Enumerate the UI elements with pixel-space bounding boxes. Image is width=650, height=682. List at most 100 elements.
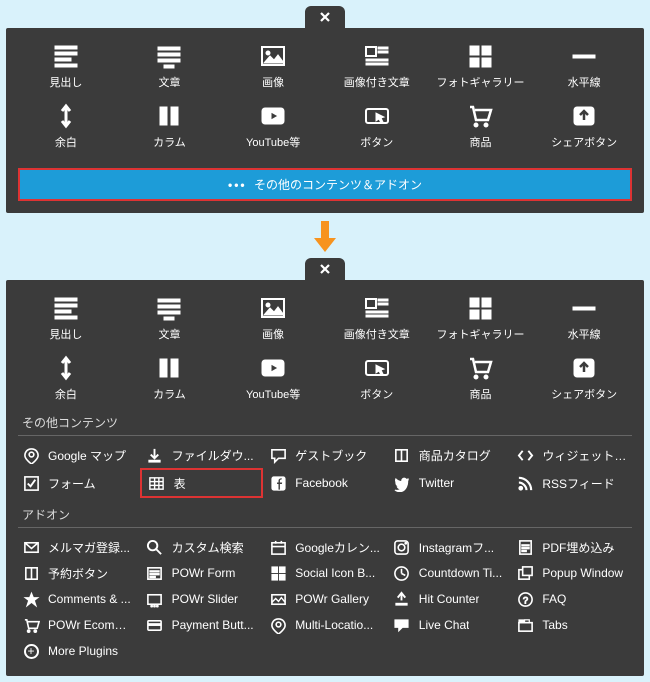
tile-heading[interactable]: 見出し	[16, 290, 116, 346]
item-rss[interactable]: RSSフィード	[510, 468, 634, 498]
item-counter[interactable]: Hit Counter	[387, 586, 511, 612]
item-slider[interactable]: POWr Slider	[140, 586, 264, 612]
tile-share[interactable]: シェアボタン	[534, 350, 634, 406]
item-label: Live Chat	[419, 618, 470, 632]
rss-icon	[516, 474, 534, 492]
item-label: POWr Slider	[172, 592, 238, 606]
tile-image-text[interactable]: 画像付き文章	[327, 38, 427, 94]
tile-label: フォトギャラリー	[430, 326, 530, 342]
cart-icon	[430, 354, 530, 382]
tile-columns[interactable]: カラム	[119, 98, 219, 154]
image-text-icon	[327, 294, 427, 322]
tile-gallery[interactable]: フォトギャラリー	[430, 290, 530, 346]
more-button-label: その他のコンテンツ＆アドオン	[254, 178, 422, 192]
tile-label: 画像	[223, 326, 323, 342]
tile-label: ボタン	[327, 386, 427, 402]
tile-text[interactable]: 文章	[119, 290, 219, 346]
twitter-icon	[393, 474, 411, 492]
item-star[interactable]: Comments & ...	[16, 586, 140, 612]
tile-label: ボタン	[327, 134, 427, 150]
item-chat[interactable]: ゲストブック	[263, 442, 387, 468]
tile-label: 水平線	[534, 74, 634, 90]
tile-image[interactable]: 画像	[223, 290, 323, 346]
tile-button[interactable]: ボタン	[327, 350, 427, 406]
cart2-icon	[22, 616, 40, 634]
item-popup[interactable]: Popup Window	[510, 560, 634, 586]
clock-icon	[393, 564, 411, 582]
tile-label: 見出し	[16, 326, 116, 342]
item-label: Googleカレン...	[295, 539, 380, 556]
tile-text[interactable]: 文章	[119, 38, 219, 94]
tile-columns[interactable]: カラム	[119, 350, 219, 406]
tabs-icon	[516, 616, 534, 634]
item-calendar[interactable]: Googleカレン...	[263, 534, 387, 560]
item-gallery2[interactable]: POWr Gallery	[263, 586, 387, 612]
tile-youtube[interactable]: YouTube等	[223, 350, 323, 406]
item-label: More Plugins	[48, 644, 118, 658]
columns-icon	[119, 102, 219, 130]
item-facebook[interactable]: Facebook	[263, 468, 387, 498]
item-card[interactable]: Payment Butt...	[140, 612, 264, 638]
image-icon	[223, 42, 323, 70]
button-icon	[327, 354, 427, 382]
more-content-addons-button[interactable]: ••• その他のコンテンツ＆アドオン	[18, 168, 632, 201]
content-picker-panel: 見出し文章画像画像付き文章フォトギャラリー水平線 余白カラムYouTube等ボタ…	[6, 28, 644, 213]
tile-heading[interactable]: 見出し	[16, 38, 116, 94]
chat2-icon	[393, 616, 411, 634]
tile-hr[interactable]: 水平線	[534, 38, 634, 94]
item-chat2[interactable]: Live Chat	[387, 612, 511, 638]
item-clock[interactable]: Countdown Ti...	[387, 560, 511, 586]
item-pin[interactable]: Google マップ	[16, 442, 140, 468]
tile-youtube[interactable]: YouTube等	[223, 98, 323, 154]
item-label: Multi-Locatio...	[295, 618, 373, 632]
close-icon	[318, 262, 332, 276]
item-pdf[interactable]: PDF埋め込み	[510, 534, 634, 560]
item-label: Tabs	[542, 618, 567, 632]
item-mail[interactable]: メルマガ登録...	[16, 534, 140, 560]
item-label: Instagramフ...	[419, 539, 494, 556]
tile-cart[interactable]: 商品	[430, 98, 530, 154]
content-picker-panel-expanded: 見出し文章画像画像付き文章フォトギャラリー水平線 余白カラムYouTube等ボタ…	[6, 280, 644, 676]
youtube-icon	[223, 354, 323, 382]
tile-spacer[interactable]: 余白	[16, 98, 116, 154]
item-search[interactable]: カスタム検索	[140, 534, 264, 560]
item-download[interactable]: ファイルダウ...	[140, 442, 264, 468]
item-instagram[interactable]: Instagramフ...	[387, 534, 511, 560]
tile-button[interactable]: ボタン	[327, 98, 427, 154]
item-tabs[interactable]: Tabs	[510, 612, 634, 638]
item-cart2[interactable]: POWr Ecomm...	[16, 612, 140, 638]
tile-cart[interactable]: 商品	[430, 350, 530, 406]
chat-icon	[269, 446, 287, 464]
close-button[interactable]	[305, 258, 345, 280]
item-book[interactable]: 商品カタログ	[387, 442, 511, 468]
item-twitter[interactable]: Twitter	[387, 468, 511, 498]
tile-gallery[interactable]: フォトギャラリー	[430, 38, 530, 94]
pdf-icon	[516, 538, 534, 556]
close-button[interactable]	[305, 6, 345, 28]
item-label: 予約ボタン	[48, 565, 108, 582]
item-pin[interactable]: Multi-Locatio...	[263, 612, 387, 638]
item-label: メルマガ登録...	[48, 539, 130, 556]
tile-spacer[interactable]: 余白	[16, 350, 116, 406]
item-grid4[interactable]: Social Icon B...	[263, 560, 387, 586]
item-faq[interactable]: FAQ	[510, 586, 634, 612]
tile-share[interactable]: シェアボタン	[534, 98, 634, 154]
star-icon	[22, 590, 40, 608]
hr-icon	[534, 42, 634, 70]
popup-icon	[516, 564, 534, 582]
tile-label: 見出し	[16, 74, 116, 90]
item-code[interactable]: ウィジェット /...	[510, 442, 634, 468]
item-label: Google マップ	[48, 447, 126, 464]
tile-hr[interactable]: 水平線	[534, 290, 634, 346]
item-label: Twitter	[419, 476, 454, 490]
item-table[interactable]: 表	[140, 468, 264, 498]
tile-image-text[interactable]: 画像付き文章	[327, 290, 427, 346]
item-plus[interactable]: +More Plugins	[16, 638, 140, 664]
item-label: Popup Window	[542, 566, 623, 580]
item-check[interactable]: フォーム	[16, 468, 140, 498]
facebook-icon	[269, 474, 287, 492]
ellipsis-icon: •••	[228, 178, 247, 192]
item-book[interactable]: 予約ボタン	[16, 560, 140, 586]
tile-image[interactable]: 画像	[223, 38, 323, 94]
item-form[interactable]: POWr Form	[140, 560, 264, 586]
